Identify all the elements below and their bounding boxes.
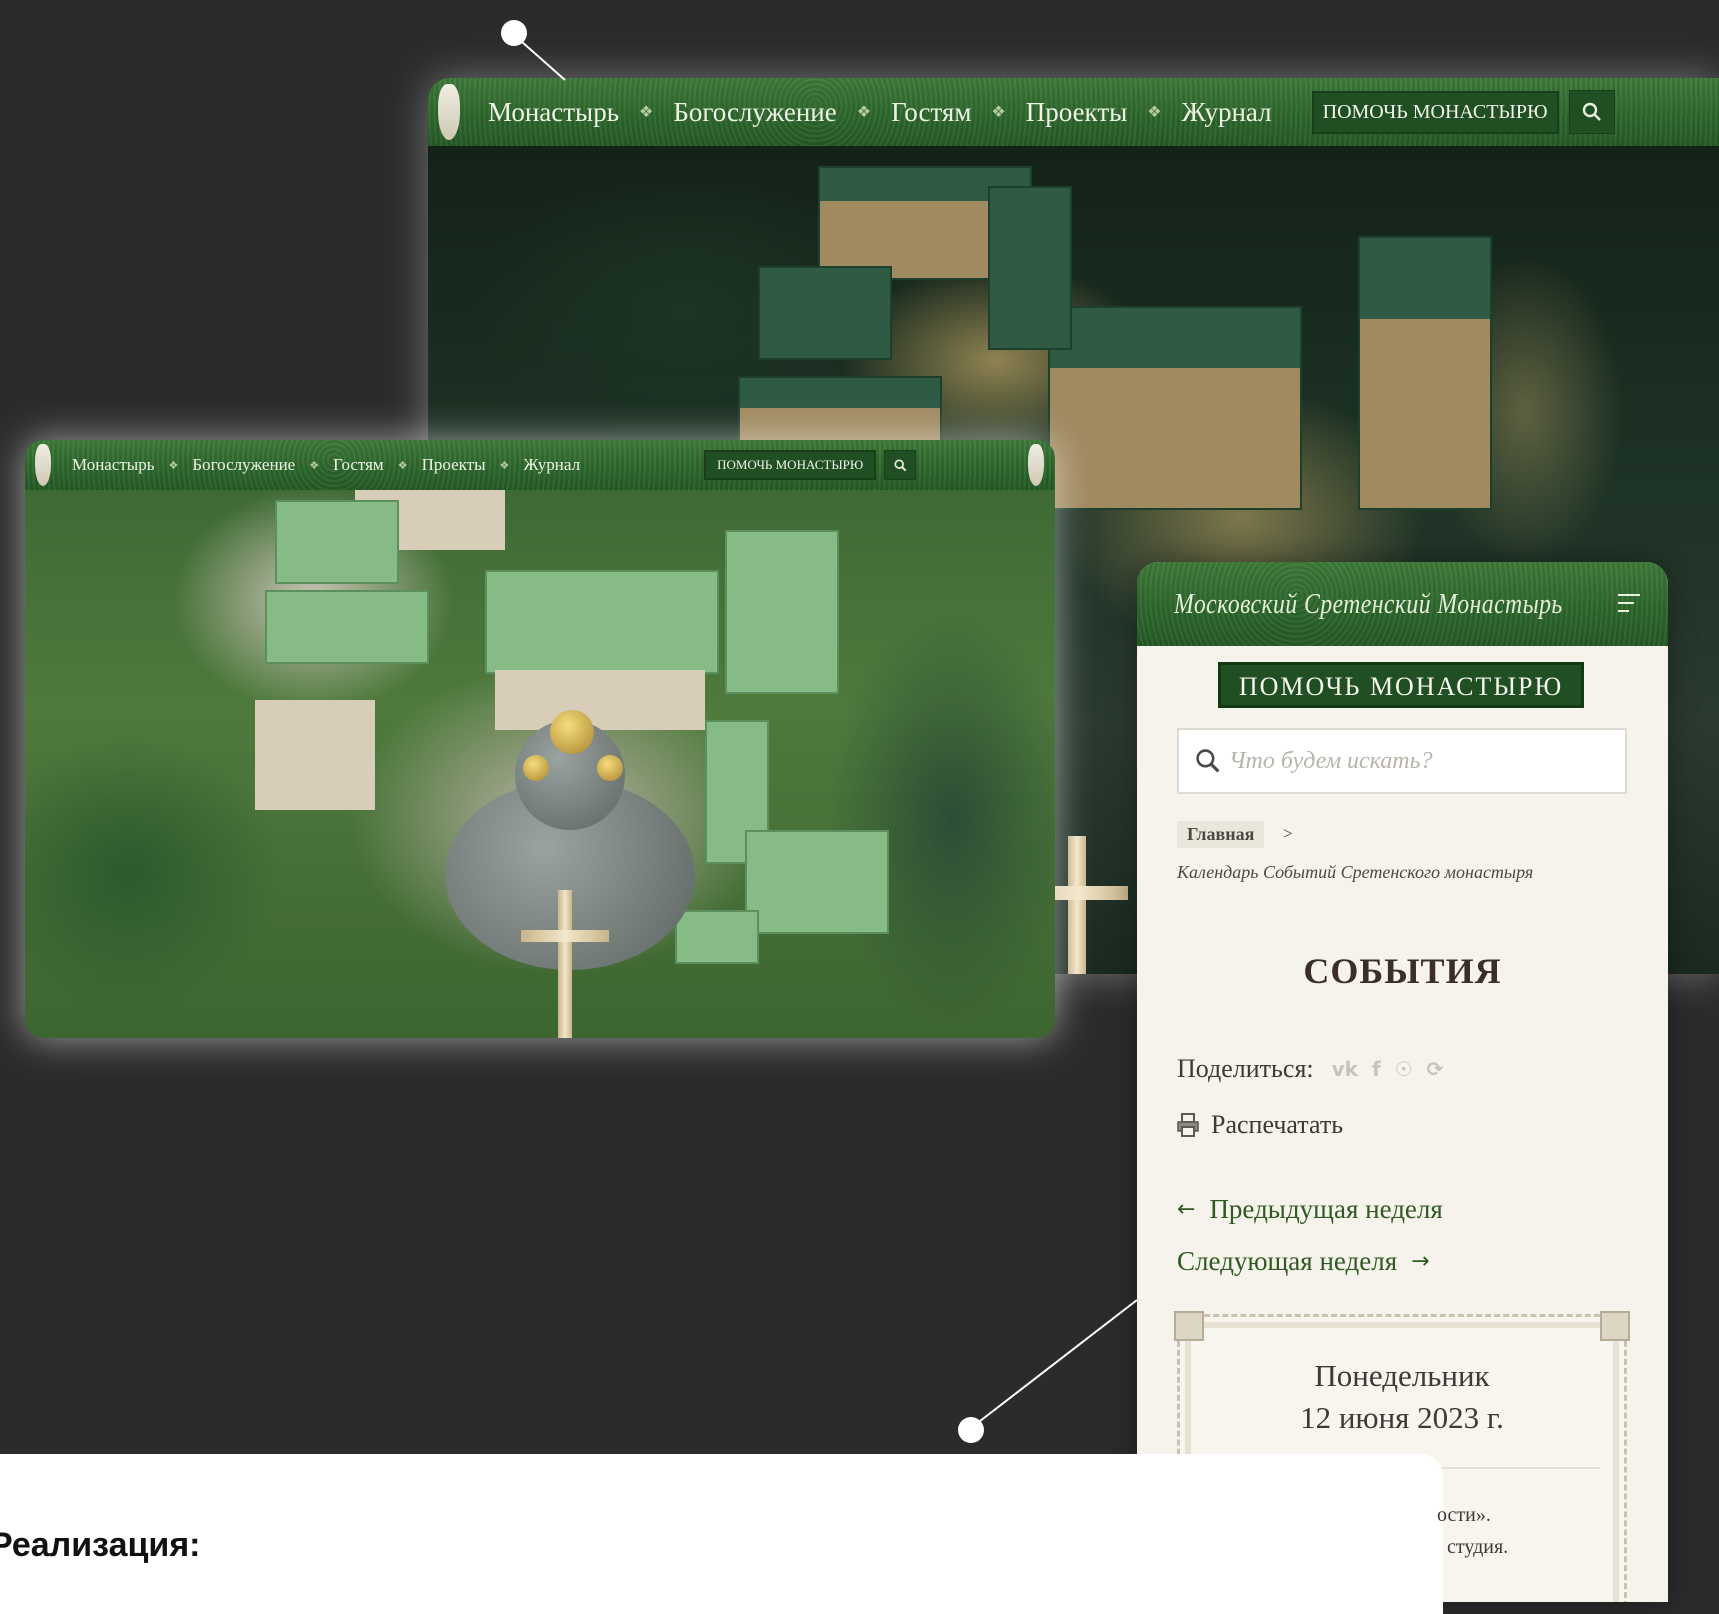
search-button[interactable] [884, 450, 917, 480]
golden-cross [521, 930, 609, 942]
desktop-nav-bar: Монастырь ❖ Богослужение ❖ Гостям ❖ Прое… [25, 440, 1055, 490]
building [988, 186, 1072, 350]
green-roof [265, 590, 429, 664]
diamond-separator-icon: ❖ [1147, 104, 1162, 121]
printer-icon [1177, 1113, 1199, 1137]
corner-ornament-icon [1174, 1311, 1204, 1341]
prev-week-label[interactable]: Предыдущая неделя [1209, 1194, 1442, 1225]
mobile-screenshot: Московский Сретенский Монастырь ПОМОЧЬ М… [1137, 562, 1668, 1602]
nav-item-journal[interactable]: Журнал [523, 455, 580, 475]
golden-cupola [523, 755, 549, 781]
diamond-separator-icon: ❖ [397, 459, 408, 472]
green-roof [275, 500, 399, 584]
help-monastery-button[interactable]: ПОМОЧЬ МОНАСТЫРЮ [704, 450, 877, 480]
green-roof [725, 530, 839, 694]
nav-item-monastery[interactable]: Монастырь [72, 455, 155, 475]
calendar-day-heading: Понедельник 12 июня 2023 г. [1180, 1355, 1624, 1439]
search-icon [894, 458, 907, 471]
green-roof [485, 570, 719, 674]
logo-ornament-icon [35, 444, 51, 486]
calendar-weekday: Понедельник [1314, 1358, 1490, 1393]
prev-week-link[interactable]: ← Предыдущая неделя [1177, 1194, 1443, 1225]
implementation-heading: Реализация: [0, 1526, 201, 1564]
help-monastery-button[interactable]: ПОМОЧЬ МОНАСТЫРЮ [1218, 662, 1584, 708]
vk-icon[interactable]: vk [1332, 1057, 1358, 1081]
calendar-date: 12 июня 2023 г. [1300, 1400, 1504, 1435]
diamond-separator-icon: ❖ [991, 104, 1006, 121]
next-week-label[interactable]: Следующая неделя [1177, 1246, 1397, 1277]
building [1358, 236, 1492, 510]
search-icon [1196, 749, 1220, 773]
diamond-separator-icon: ❖ [856, 104, 872, 121]
desktop-screenshot-day: Монастырь ❖ Богослужение ❖ Гостям ❖ Прое… [25, 440, 1055, 1038]
next-week-link[interactable]: Следующая неделя → [1177, 1246, 1430, 1277]
page-title: СОБЫТИЯ [1303, 951, 1502, 991]
arrow-right-icon: → [1411, 1249, 1430, 1274]
implementation-card: Реализация: [0, 1454, 1443, 1614]
site-title[interactable]: Московский Сретенский Монастырь [1174, 588, 1563, 621]
hamburger-menu-icon[interactable] [1618, 594, 1640, 618]
nav-item-journal[interactable]: Журнал [1182, 97, 1272, 128]
callout-line-bottom [970, 1299, 1138, 1429]
monastery-day-aerial-photo [25, 490, 1055, 1038]
breadcrumb-home[interactable]: Главная [1177, 821, 1265, 848]
callout-dot-bottom [958, 1417, 984, 1443]
breadcrumb-separator: > [1283, 824, 1293, 843]
golden-cupola [597, 755, 623, 781]
logo-ornament-icon [438, 84, 460, 140]
telegram-icon[interactable]: ⟳ [1427, 1057, 1444, 1081]
event-text-fragment: студия. [1447, 1536, 1509, 1558]
diamond-separator-icon: ❖ [168, 459, 179, 472]
help-monastery-button[interactable]: ПОМОЧЬ МОНАСТЫРЮ [1311, 90, 1559, 134]
arrow-left-icon: ← [1177, 1197, 1196, 1222]
corner-ornament-icon [1600, 1311, 1630, 1341]
desktop-nav-bar: Монастырь ❖ Богослужение ❖ Гостям ❖ Прое… [428, 78, 1719, 146]
nav-item-worship[interactable]: Богослужение [192, 455, 295, 475]
nav-item-projects[interactable]: Проекты [422, 455, 486, 475]
building [758, 266, 892, 360]
event-text-fragment: ости». [1437, 1504, 1491, 1526]
golden-cross [558, 890, 572, 1038]
search-input[interactable] [1227, 746, 1611, 776]
nav-item-guests[interactable]: Гостям [891, 97, 971, 128]
building [1048, 306, 1302, 510]
facebook-icon[interactable]: f [1372, 1057, 1381, 1081]
small-church [255, 700, 375, 810]
breadcrumb-current: Календарь Событий Сретенского монастыря [1177, 862, 1534, 882]
search-field[interactable] [1177, 728, 1627, 794]
diamond-separator-icon: ❖ [639, 104, 654, 121]
nav-item-worship[interactable]: Богослужение [673, 97, 836, 128]
nav-item-projects[interactable]: Проекты [1026, 97, 1128, 128]
golden-cupola [550, 710, 594, 754]
nav-item-guests[interactable]: Гостям [333, 455, 384, 475]
share-label: Поделиться: [1177, 1054, 1314, 1083]
diamond-separator-icon: ❖ [309, 459, 320, 472]
monastery-logo-icon [1157, 603, 1158, 605]
print-label[interactable]: Распечатать [1211, 1110, 1343, 1140]
green-roof [745, 830, 889, 934]
search-icon [1582, 102, 1601, 121]
diamond-separator-icon: ❖ [499, 459, 510, 472]
print-link[interactable]: Распечатать [1177, 1110, 1343, 1140]
share-row: Поделиться: vk f ☉ ⟳ [1177, 1054, 1457, 1084]
building [495, 670, 705, 730]
nav-item-monastery[interactable]: Монастырь [488, 97, 619, 128]
callout-dot-top [501, 20, 527, 46]
logo-ornament-icon [1028, 444, 1044, 486]
golden-cross [1068, 836, 1086, 974]
mobile-header-bar: Московский Сретенский Монастырь [1137, 562, 1668, 646]
green-roof [675, 910, 759, 964]
search-button[interactable] [1568, 90, 1615, 134]
odnoklassniki-icon[interactable]: ☉ [1395, 1057, 1413, 1081]
